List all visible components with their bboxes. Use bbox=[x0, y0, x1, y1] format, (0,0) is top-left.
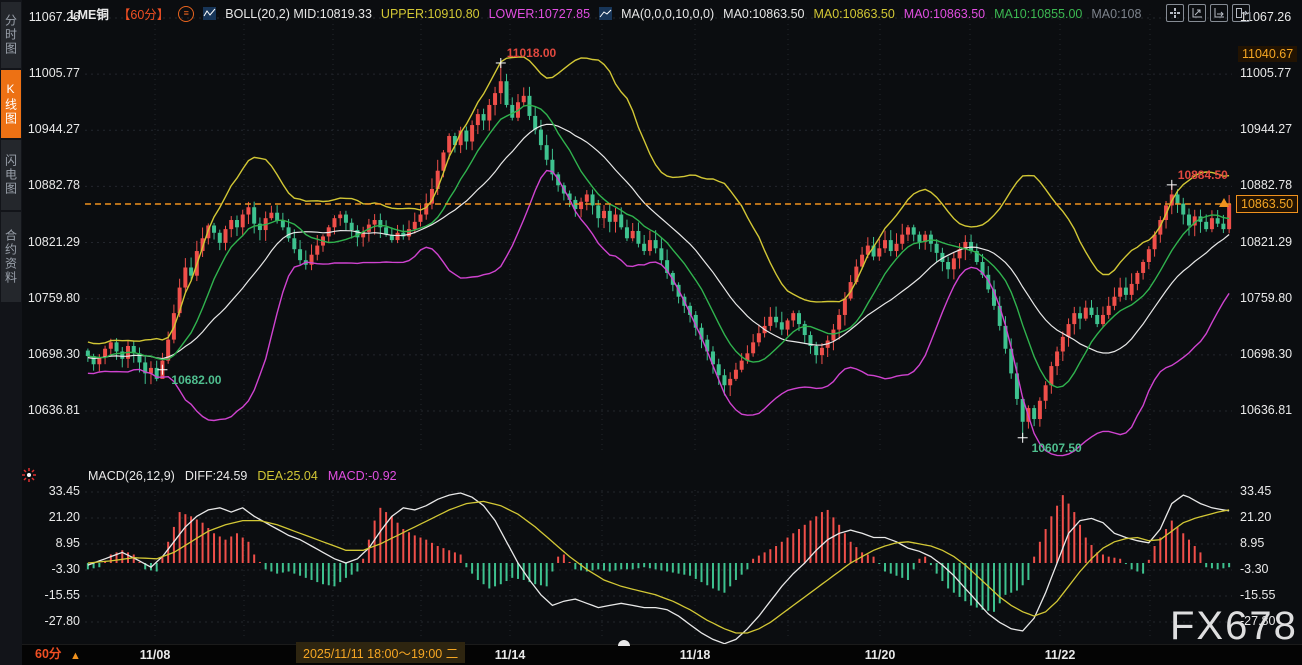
macd-tick-right: -3.30 bbox=[1240, 562, 1302, 576]
macd-diff-value: DIFF:24.59 bbox=[185, 469, 248, 483]
axis-zoom-right-icon[interactable] bbox=[1210, 4, 1228, 22]
ma-params-label: MA(0,0,0,10,0,0) bbox=[621, 7, 714, 21]
chart-canvas[interactable] bbox=[0, 0, 1302, 665]
price-tick-right: 10882.78 bbox=[1240, 178, 1302, 192]
date-label: 11/18 bbox=[680, 648, 711, 662]
date-label: 11/22 bbox=[1045, 648, 1076, 662]
macd-tick-left: -27.80 bbox=[18, 614, 80, 628]
move-layout-icon[interactable] bbox=[1166, 4, 1184, 22]
time-range-tooltip: 2025/11/11 18:00～19:00 二 bbox=[296, 642, 465, 663]
price-tick-right: 10944.27 bbox=[1240, 122, 1302, 136]
pane-shift-icon[interactable] bbox=[1232, 4, 1250, 22]
chart-toolbar bbox=[1166, 4, 1250, 22]
period-label[interactable]: 【60分】 bbox=[118, 4, 169, 23]
sidebar-item-kline-chart[interactable]: K线图 bbox=[1, 70, 21, 138]
price-tick-left: 10944.27 bbox=[18, 122, 80, 136]
status-bar bbox=[0, 644, 1302, 665]
ma0-magenta-value: MA0:10863.50 bbox=[904, 7, 985, 21]
price-tick-right: 10821.29 bbox=[1240, 235, 1302, 249]
ma0-gray-value: MA0:108 bbox=[1091, 7, 1141, 21]
sidebar-item-time-chart[interactable]: 分时图 bbox=[1, 2, 21, 68]
macd-header: MACD(26,12,9) DIFF:24.59 DEA:25.04 MACD:… bbox=[88, 469, 397, 483]
macd-tick-left: 21.20 bbox=[18, 510, 80, 524]
period-indicator[interactable]: 60分 bbox=[35, 643, 61, 662]
price-tick-right: 10698.30 bbox=[1240, 347, 1302, 361]
macd-tick-right: 21.20 bbox=[1240, 510, 1302, 524]
symbol-label: LME铜 bbox=[70, 4, 109, 23]
price-tick-left: 10821.29 bbox=[18, 235, 80, 249]
price-tick-left: 10698.30 bbox=[18, 347, 80, 361]
price-tick-left: 10882.78 bbox=[18, 178, 80, 192]
sidebar: 分时图 K线图 闪电图 合约资料 bbox=[0, 0, 22, 665]
ma0-yellow-value: MA0:10863.50 bbox=[813, 7, 894, 21]
axis-zoom-up-icon[interactable] bbox=[1188, 4, 1206, 22]
high-annotation: 11018.00 bbox=[507, 46, 556, 60]
ma-indicator-icon[interactable] bbox=[599, 7, 612, 20]
sidebar-item-contract-info[interactable]: 合约资料 bbox=[1, 212, 21, 302]
ma0-white-value: MA0:10863.50 bbox=[723, 7, 804, 21]
session-high-marker: 11040.67 bbox=[1238, 46, 1297, 62]
timeline-thumb[interactable] bbox=[618, 640, 630, 646]
indicator-header: LME铜 【60分】 ≡ BOLL(20,2) MID:10819.33 UPP… bbox=[70, 4, 1141, 23]
high-annotation: 10884.50 bbox=[1178, 168, 1228, 182]
macd-tick-right: 8.95 bbox=[1240, 536, 1302, 550]
price-tick-right: 11005.77 bbox=[1240, 66, 1302, 80]
macd-dea-value: DEA:25.04 bbox=[257, 469, 317, 483]
trading-app: 分时图 K线图 闪电图 合约资料 LME铜 【60分】 ≡ BOLL(20,2)… bbox=[0, 0, 1302, 665]
date-label: 11/20 bbox=[865, 648, 896, 662]
date-label: 11/14 bbox=[495, 648, 526, 662]
boll-indicator-icon[interactable] bbox=[203, 7, 216, 20]
low-annotation: 10682.00 bbox=[171, 373, 221, 387]
macd-macd-value: MACD:-0.92 bbox=[328, 469, 397, 483]
ma10-green-value: MA10:10855.00 bbox=[994, 7, 1082, 21]
macd-tick-left: 33.45 bbox=[18, 484, 80, 498]
price-tick-left: 11005.77 bbox=[18, 66, 80, 80]
macd-tick-left: -15.55 bbox=[18, 588, 80, 602]
settings-icon[interactable]: ≡ bbox=[178, 6, 194, 22]
price-tick-left: 10759.80 bbox=[18, 291, 80, 305]
price-tick-left: 10636.81 bbox=[18, 403, 80, 417]
period-up-arrow-icon[interactable]: ▲ bbox=[70, 650, 81, 662]
last-price-marker: 10863.50 bbox=[1236, 195, 1298, 213]
sidebar-item-lightning-chart[interactable]: 闪电图 bbox=[1, 140, 21, 210]
low-annotation: 10607.50 bbox=[1032, 441, 1082, 455]
price-tick-right: 10759.80 bbox=[1240, 291, 1302, 305]
macd-params-label: MACD(26,12,9) bbox=[88, 469, 175, 483]
boll-mid-value: BOLL(20,2) MID:10819.33 bbox=[225, 7, 372, 21]
fx678-watermark: FX678 bbox=[1170, 604, 1298, 649]
boll-lower-value: LOWER:10727.85 bbox=[489, 7, 590, 21]
price-tick-right: 10636.81 bbox=[1240, 403, 1302, 417]
macd-tick-right: 33.45 bbox=[1240, 484, 1302, 498]
macd-tick-left: -3.30 bbox=[18, 562, 80, 576]
date-label: 11/08 bbox=[140, 648, 171, 662]
macd-tick-left: 8.95 bbox=[18, 536, 80, 550]
macd-tick-right: -15.55 bbox=[1240, 588, 1302, 602]
boll-upper-value: UPPER:10910.80 bbox=[381, 7, 480, 21]
